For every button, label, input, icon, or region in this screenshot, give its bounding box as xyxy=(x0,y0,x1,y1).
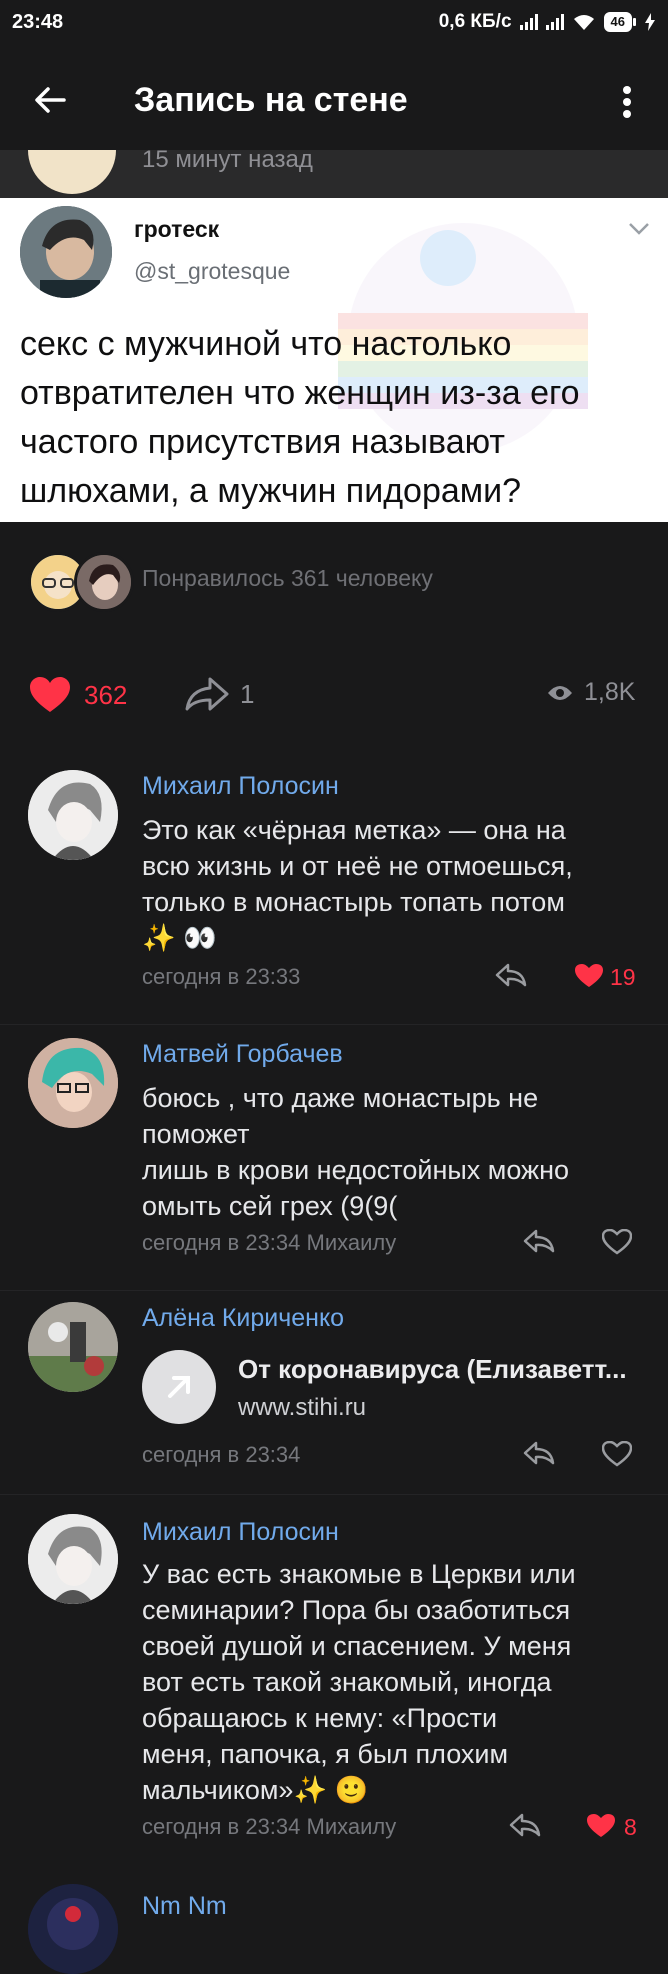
comment-avatar[interactable] xyxy=(28,770,118,860)
signal-icon xyxy=(519,14,538,30)
reply-icon[interactable] xyxy=(494,962,528,988)
status-time: 23:48 xyxy=(12,11,64,33)
comment-text-line: вот есть такой знакомый, иногда xyxy=(142,1667,552,1697)
comment-text-line: всю жизнь и от неё не отмоешься, xyxy=(142,851,573,881)
post-author-avatar[interactable] xyxy=(20,206,112,298)
comment-like-count: 19 xyxy=(610,964,636,990)
views-count: 1,8K xyxy=(584,678,636,706)
comment-author[interactable]: Михаил Полосин xyxy=(142,1518,339,1547)
comment-text: Это как «чёрная метка» — она на всю жизн… xyxy=(142,812,662,956)
divider xyxy=(0,1290,668,1291)
status-indicators: 0,6 КБ/с 46 xyxy=(439,11,656,33)
link-title[interactable]: От коронавируса (Елизаветт... xyxy=(238,1354,627,1385)
previous-post-strip: 15 минут назад xyxy=(0,150,668,198)
liked-by-text[interactable]: Понравилось 361 человеку xyxy=(142,565,433,592)
app-bar: Запись на стене xyxy=(0,46,668,150)
signal-icon-2 xyxy=(545,14,564,30)
comment-avatar[interactable] xyxy=(28,1302,118,1392)
previous-post-avatar xyxy=(28,150,116,194)
comment-text-line: У вас есть знакомые в Церкви или xyxy=(142,1559,576,1589)
share-count: 1 xyxy=(240,678,255,709)
wifi-icon xyxy=(573,15,594,30)
back-arrow-icon[interactable] xyxy=(30,80,70,120)
comment-avatar[interactable] xyxy=(28,1038,118,1128)
comment-heart-filled-icon[interactable] xyxy=(574,963,604,989)
comment-text-line: только в монастырь топать потом xyxy=(142,887,565,917)
comment-text: У вас есть знакомые в Церкви или семинар… xyxy=(142,1556,662,1808)
post-author-name[interactable]: гротеск xyxy=(134,216,219,243)
post-text: секс с мужчиной что настолько отвратител… xyxy=(20,325,580,510)
divider xyxy=(0,1024,668,1025)
heart-filled-icon xyxy=(30,677,70,712)
comment-avatar[interactable] xyxy=(28,1514,118,1604)
comment-author[interactable]: Алёна Кириченко xyxy=(142,1304,344,1333)
comment-text-line: меня, папочка, я был плохим xyxy=(142,1739,509,1769)
comment-text: боюсь , что даже монастырь не поможет ли… xyxy=(142,1080,662,1224)
comment-author[interactable]: Nm Nm xyxy=(142,1892,227,1921)
status-bar: 23:48 0,6 КБ/с 46 xyxy=(0,0,668,46)
comment-text-line: поможет xyxy=(142,1119,250,1149)
more-menu-icon[interactable] xyxy=(612,82,642,122)
comment-item: Михаил Полосин Это как «чёрная метка» — … xyxy=(0,764,668,1024)
comment-item: Матвей Горбачев боюсь , что даже монасты… xyxy=(0,1032,668,1282)
comment-heart-outline-icon[interactable] xyxy=(602,1441,632,1467)
battery-level: 46 xyxy=(603,12,632,32)
charging-icon xyxy=(645,13,655,31)
like-count: 362 xyxy=(84,679,128,710)
share-button[interactable]: 1 xyxy=(184,676,254,712)
eye-icon xyxy=(548,685,572,700)
post-author-handle: @st_grotesque xyxy=(134,258,291,284)
comment-time: сегодня в 23:34 xyxy=(142,1442,301,1467)
comment-like-count: 8 xyxy=(624,1814,637,1840)
reply-icon[interactable] xyxy=(508,1812,542,1838)
comment-author[interactable]: Матвей Горбачев xyxy=(142,1040,343,1069)
comment-text-line: мальчиком»✨ 🙂 xyxy=(142,1775,369,1805)
comment-avatar[interactable] xyxy=(28,1884,118,1974)
comment-text-line: Это как «чёрная метка» — она на xyxy=(142,815,566,845)
comment-text-line: боюсь , что даже монастырь не xyxy=(142,1083,539,1113)
comment-heart-outline-icon[interactable] xyxy=(602,1229,632,1255)
comment-time: сегодня в 23:33 xyxy=(142,964,301,989)
comment-time: сегодня в 23:34 Михаилу xyxy=(142,1814,397,1839)
network-speed: 0,6 КБ/с xyxy=(438,11,512,32)
liker-avatar-2[interactable] xyxy=(74,552,134,612)
comment-text-line: омыть сей грех (9(9( xyxy=(142,1191,398,1221)
reply-icon[interactable] xyxy=(522,1440,556,1466)
views-counter: 1,8K xyxy=(546,678,635,707)
reply-icon[interactable] xyxy=(522,1228,556,1254)
comment-author[interactable]: Михаил Полосин xyxy=(142,772,339,801)
share-arrow-icon xyxy=(185,677,229,711)
chevron-down-icon[interactable] xyxy=(628,222,650,236)
page-title: Запись на стене xyxy=(134,81,408,119)
comment-text-line: обращаюсь к нему: «Прости xyxy=(142,1703,498,1733)
external-link-arrow-icon xyxy=(168,1376,190,1398)
divider xyxy=(0,1494,668,1495)
comment-item: Алёна Кириченко От коронавируса (Елизаве… xyxy=(0,1296,668,1486)
comment-heart-filled-icon[interactable] xyxy=(586,1813,616,1839)
link-url[interactable]: www.stihi.ru xyxy=(238,1394,366,1422)
previous-post-time: 15 минут назад xyxy=(142,150,313,173)
comment-time: сегодня в 23:34 Михаилу xyxy=(142,1230,397,1255)
comment-text-line: лишь в крови недостойных можно xyxy=(142,1155,570,1185)
comment-text-line: семинарии? Пора бы озаботиться xyxy=(142,1595,571,1625)
comment-item: Михаил Полосин У вас есть знакомые в Цер… xyxy=(0,1500,668,1870)
link-preview-icon[interactable] xyxy=(142,1350,216,1424)
battery-icon: 46 xyxy=(603,12,636,32)
comment-text-line: ✨ 👀 xyxy=(142,923,217,953)
like-button[interactable]: 362 xyxy=(28,676,127,714)
comment-text-line: своей душой и спасением. У меня xyxy=(142,1631,572,1661)
